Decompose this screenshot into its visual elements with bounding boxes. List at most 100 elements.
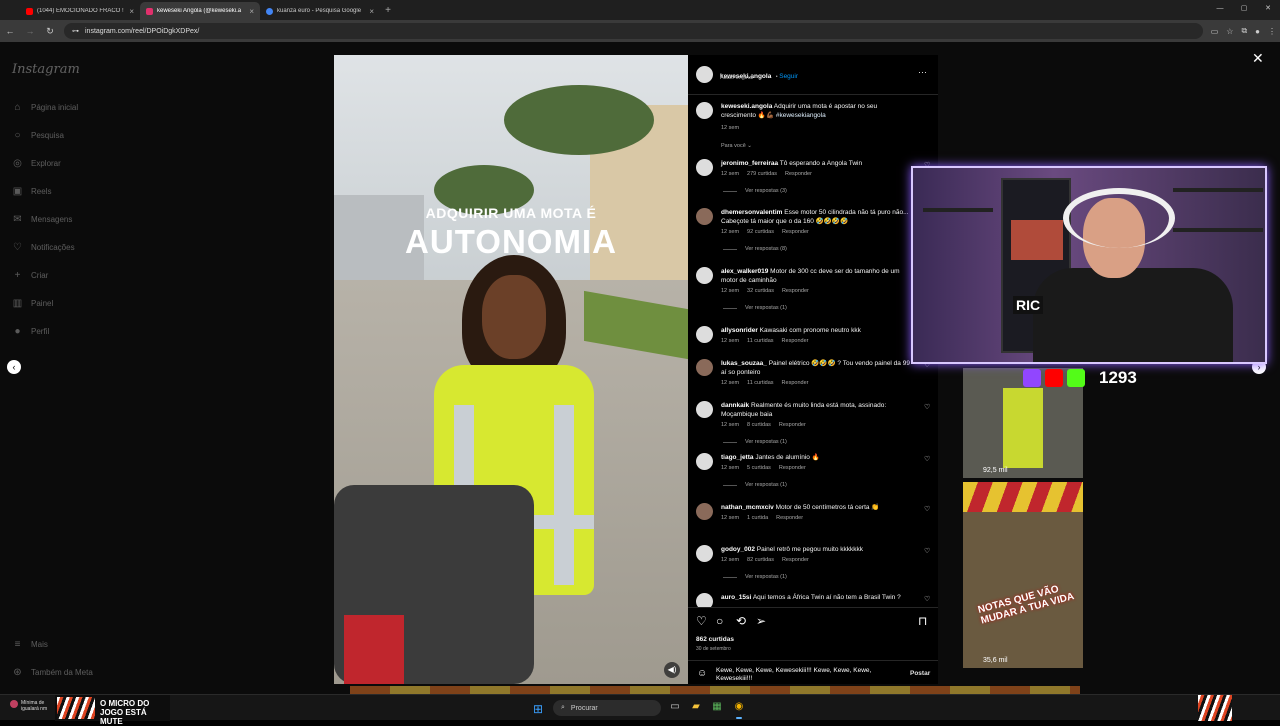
- comment-username[interactable]: godoy_002: [721, 546, 755, 553]
- view-replies-button[interactable]: Ver respostas (1): [723, 574, 787, 580]
- likes-count[interactable]: 862 curtidas: [696, 636, 734, 643]
- sidebar-item-explore[interactable]: ◎ Explorar: [12, 158, 61, 169]
- taskbar-search[interactable]: ⌕ Procurar: [553, 700, 661, 716]
- store-icon[interactable]: ▦: [711, 701, 723, 713]
- reply-button[interactable]: Responder: [779, 422, 806, 428]
- close-window-icon[interactable]: ✕: [1256, 0, 1280, 18]
- sidebar-item-dashboard[interactable]: ▥ Painel: [12, 298, 53, 309]
- sidebar-item-meta[interactable]: ⊛ Também da Meta: [12, 667, 93, 678]
- menu-dots-icon[interactable]: ⋮: [1268, 27, 1276, 36]
- windows-start-icon[interactable]: ⊞: [533, 702, 543, 716]
- avatar[interactable]: [696, 503, 713, 520]
- avatar[interactable]: [696, 359, 713, 376]
- comment-likes[interactable]: 5 curtidas: [747, 465, 771, 471]
- view-replies-button[interactable]: Ver respostas (1): [723, 305, 787, 311]
- view-replies-button[interactable]: Ver respostas (3): [723, 188, 787, 194]
- close-tab-icon[interactable]: ×: [129, 7, 134, 16]
- reply-button[interactable]: Responder: [785, 171, 812, 177]
- previous-post-button[interactable]: ‹: [7, 360, 21, 374]
- tab-youtube[interactable]: (1044) EMOCIONADO FRACO ! ×: [20, 2, 140, 20]
- comment-likes[interactable]: 92 curtidas: [747, 229, 774, 235]
- comment-likes[interactable]: 8 curtidas: [747, 422, 771, 428]
- view-replies-button[interactable]: Ver respostas (1): [723, 482, 787, 488]
- reply-button[interactable]: Responder: [782, 557, 809, 563]
- url-field[interactable]: ⊶ instagram.com/reel/DPOiDgkXDPex/: [64, 23, 1203, 39]
- repost-icon[interactable]: ⟲: [736, 614, 746, 628]
- extensions-icon[interactable]: ⧉: [1241, 26, 1247, 36]
- sidebar-item-messages[interactable]: ✉ Mensagens: [12, 214, 72, 225]
- reply-button[interactable]: Responder: [776, 515, 803, 521]
- comment-likes[interactable]: 11 curtidas: [747, 380, 774, 386]
- profile-icon[interactable]: ●: [1255, 27, 1260, 36]
- avatar[interactable]: [696, 159, 713, 176]
- comment-username[interactable]: dannkaik: [721, 402, 749, 409]
- comment-like-icon[interactable]: ♡: [924, 455, 930, 463]
- comment-username[interactable]: allysonrider: [721, 327, 758, 334]
- reel-thumbnail[interactable]: NOTAS QUE VÃO MUDAR A TUA VIDA 35,6 mil: [963, 482, 1083, 668]
- reply-button[interactable]: Responder: [779, 465, 806, 471]
- sort-dropdown[interactable]: Para você ⌄: [721, 143, 752, 149]
- avatar[interactable]: [696, 66, 713, 83]
- comment-username[interactable]: dhemersonvalentim: [721, 209, 782, 216]
- sidebar-item-search[interactable]: ○ Pesquisa: [12, 130, 63, 141]
- sidebar-item-notifications[interactable]: ♡ Notificações: [12, 242, 75, 253]
- comment-username[interactable]: alex_walker019: [721, 268, 768, 275]
- comment-like-icon[interactable]: ♡: [924, 547, 930, 555]
- reload-icon[interactable]: ↻: [44, 26, 56, 37]
- share-icon[interactable]: ➢: [756, 614, 766, 628]
- back-icon[interactable]: ←: [4, 26, 16, 36]
- avatar[interactable]: [696, 267, 713, 284]
- maximize-icon[interactable]: ▢: [1232, 0, 1256, 18]
- minimize-icon[interactable]: —: [1208, 0, 1232, 18]
- tab-google[interactable]: kuanza euro - Pesquisa Google ×: [260, 2, 380, 20]
- reel-video[interactable]: ADQUIRIR UMA MOTA É AUTONOMIA ◀): [334, 55, 688, 684]
- like-icon[interactable]: ♡: [696, 614, 707, 628]
- view-replies-button[interactable]: Ver respostas (1): [723, 439, 787, 445]
- view-replies-button[interactable]: Ver respostas (8): [723, 246, 787, 252]
- reply-button[interactable]: Responder: [782, 288, 809, 294]
- comment-username[interactable]: nathan_mcmxciv: [721, 504, 774, 511]
- sidebar-item-create[interactable]: + Criar: [12, 270, 49, 281]
- instagram-logo[interactable]: Instagram: [12, 62, 80, 77]
- cast-icon[interactable]: ▭: [1211, 27, 1219, 36]
- comment-like-icon[interactable]: ♡: [924, 403, 930, 411]
- close-tab-icon[interactable]: ×: [369, 7, 374, 16]
- comment-likes[interactable]: 11 curtidas: [747, 338, 774, 344]
- emoji-icon[interactable]: ☺: [697, 668, 707, 679]
- caption-username[interactable]: keweseki.angola: [721, 103, 772, 110]
- follow-button[interactable]: Seguir: [779, 73, 798, 80]
- bookmark-star-icon[interactable]: ☆: [1226, 27, 1233, 36]
- more-options-icon[interactable]: ···: [918, 67, 927, 77]
- avatar[interactable]: [696, 102, 713, 119]
- comment-likes[interactable]: 1 curtida: [747, 515, 768, 521]
- sidebar-item-home[interactable]: ⌂ Página inicial: [12, 102, 78, 113]
- avatar[interactable]: [696, 401, 713, 418]
- avatar[interactable]: [696, 208, 713, 225]
- tab-instagram[interactable]: keweseki Angola (@keweseki.a ×: [140, 2, 260, 20]
- close-modal-icon[interactable]: ✕: [1252, 50, 1264, 67]
- caption-hashtag[interactable]: #kewesekiangola: [776, 112, 826, 119]
- site-info-icon[interactable]: ⊶: [72, 27, 79, 35]
- audio-label[interactable]: Áudio original: [720, 75, 753, 81]
- chrome-icon[interactable]: ◉: [733, 701, 745, 719]
- new-tab-button[interactable]: +: [380, 2, 396, 20]
- file-explorer-icon[interactable]: ▰: [690, 701, 702, 713]
- sidebar-item-more[interactable]: ≡ Mais: [12, 639, 48, 650]
- reply-button[interactable]: Responder: [782, 229, 809, 235]
- avatar[interactable]: [696, 326, 713, 343]
- post-comment-button[interactable]: Postar: [910, 670, 930, 677]
- task-view-icon[interactable]: ▭: [669, 701, 681, 713]
- sidebar-item-profile[interactable]: ● Perfil: [12, 326, 49, 337]
- comment-username[interactable]: lukas_souzaa_: [721, 360, 767, 367]
- sidebar-item-reels[interactable]: ▣ Reels: [12, 186, 52, 197]
- avatar[interactable]: [696, 545, 713, 562]
- avatar[interactable]: [696, 453, 713, 470]
- comment-icon[interactable]: ○: [716, 614, 723, 628]
- reply-button[interactable]: Responder: [782, 338, 809, 344]
- comment-input[interactable]: Kewe, Kewe, Kewe, Kewesekiii!!! Kewe, Ke…: [716, 667, 886, 683]
- comment-likes[interactable]: 82 curtidas: [747, 557, 774, 563]
- comment-username[interactable]: tiago_jetta: [721, 454, 754, 461]
- close-tab-icon[interactable]: ×: [249, 7, 254, 16]
- save-icon[interactable]: ⊓: [918, 614, 927, 628]
- comment-like-icon[interactable]: ♡: [924, 505, 930, 513]
